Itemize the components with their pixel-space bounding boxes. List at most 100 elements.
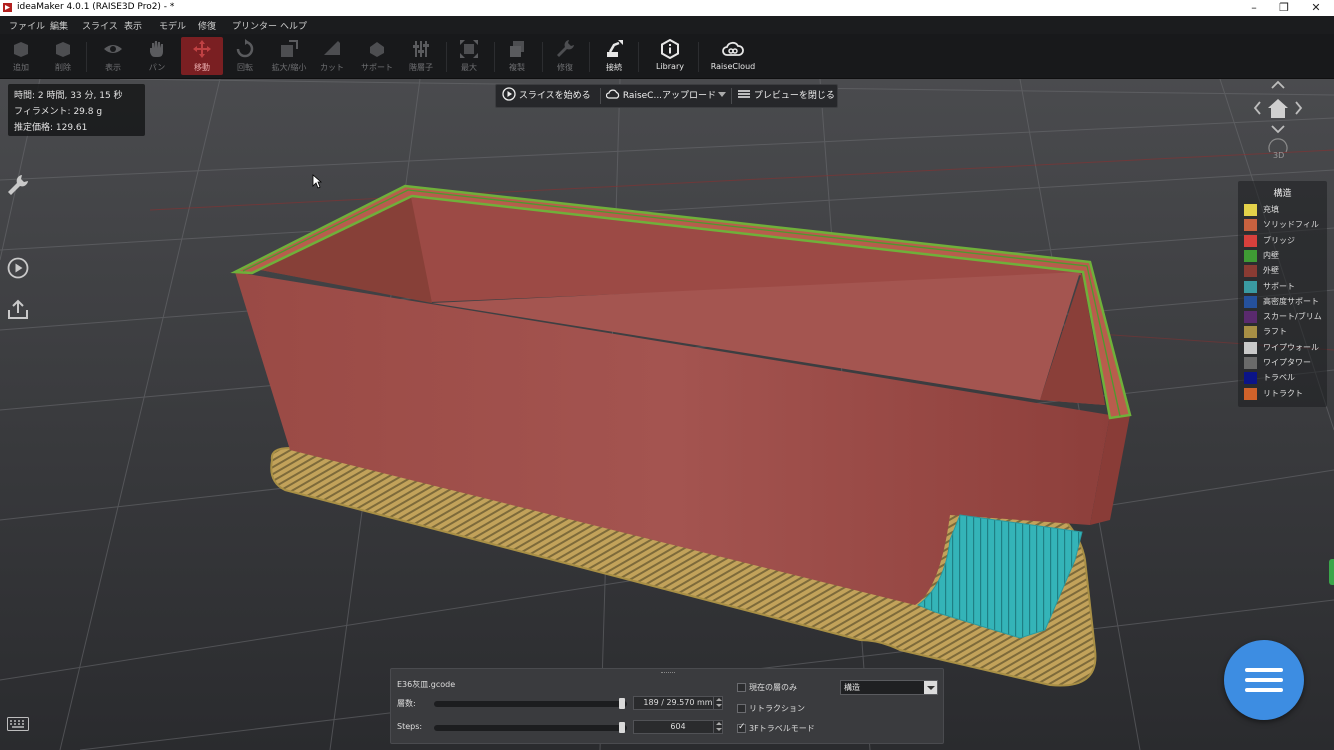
legend-item: 外壁 (1244, 264, 1326, 278)
view-label: 表示 (105, 63, 121, 72)
travel-mode-checkbox[interactable] (737, 722, 746, 733)
maximize-label: 最大 (461, 63, 477, 72)
menu-slice[interactable]: スライス (82, 19, 118, 32)
pan-button[interactable]: パン (140, 37, 174, 75)
nav-right-arrow[interactable] (1295, 101, 1303, 115)
select-arrow[interactable] (924, 681, 937, 694)
3d-viewport[interactable] (0, 79, 1334, 750)
chevron-down-icon (718, 92, 726, 97)
menu-model[interactable]: モデル (159, 19, 186, 32)
wrench-settings-icon[interactable] (7, 174, 29, 196)
support-icon (370, 42, 384, 57)
scale-icon (281, 40, 298, 57)
view-mode-label[interactable]: 3D (1273, 151, 1284, 160)
view-type-select[interactable]: 構造 (840, 680, 938, 695)
upload-button[interactable]: RaiseC...アップロード (605, 85, 717, 107)
menu-bar: ファイル 編集 スライス 表示 モデル 修復 プリンター ヘルプ (0, 16, 1334, 34)
steps-slider-thumb[interactable] (619, 722, 625, 733)
legend-item: ソリッドフィル (1244, 218, 1326, 232)
printer-arm-icon (607, 40, 623, 57)
upload-label: RaiseC...アップロード (622, 91, 717, 101)
legend-item: 充填 (1244, 203, 1326, 217)
repair-button[interactable]: 修復 (548, 37, 582, 75)
delete-cube-icon (56, 42, 70, 57)
minimize-button[interactable]: – (1238, 0, 1270, 16)
view-button[interactable]: 表示 (96, 37, 130, 75)
scale-button[interactable]: 拡大/縮小 (270, 37, 308, 75)
close-window-button[interactable]: ✕ (1300, 0, 1332, 16)
right-panel-handle[interactable] (1329, 559, 1334, 585)
nav-up-arrow[interactable] (1271, 80, 1285, 89)
library-button[interactable]: Library (650, 37, 690, 75)
move-button[interactable]: 移動 (181, 37, 223, 75)
retraction-checkbox[interactable] (737, 704, 746, 713)
library-label: Library (656, 62, 684, 71)
sliders-icon (413, 41, 429, 57)
add-button[interactable]: 追加 (4, 37, 38, 75)
menu-view[interactable]: 表示 (124, 19, 142, 32)
delete-button[interactable]: 削除 (46, 37, 80, 75)
layer-slider[interactable] (434, 698, 627, 709)
layer-spin-buttons[interactable] (713, 696, 723, 710)
gcode-filename: E36灰皿.gcode (397, 680, 456, 689)
steps-label: Steps: (397, 722, 423, 731)
toolbar-divider (638, 42, 639, 72)
layer-slider-thumb[interactable] (619, 698, 625, 709)
mouse-cursor-icon (312, 174, 322, 189)
current-layer-only-checkbox[interactable] (737, 683, 746, 692)
home-icon[interactable] (1268, 99, 1288, 118)
upload-dropdown[interactable] (718, 85, 726, 107)
steps-spin-buttons[interactable] (713, 720, 723, 734)
rotate-button[interactable]: 回転 (228, 37, 262, 75)
raisecloud-button[interactable]: RaiseCloud (708, 37, 758, 75)
nav-down-arrow[interactable] (1271, 125, 1285, 134)
play-preview-icon[interactable] (7, 257, 29, 279)
connect-button[interactable]: 接続 (597, 37, 631, 75)
steps-slider[interactable] (434, 722, 627, 733)
layering-label: 階層子 (409, 63, 433, 72)
preview-control-panel: E36灰皿.gcode 層数: 189 / 29.570 mm Steps: 6… (390, 668, 944, 744)
menu-repair[interactable]: 修復 (198, 19, 216, 32)
legend-label: ラフト (1263, 327, 1287, 337)
legend-swatch (1244, 249, 1257, 262)
support-button[interactable]: サポート (358, 37, 396, 75)
maximize-view-button[interactable]: 最大 (452, 37, 486, 75)
menu-help[interactable]: ヘルプ (280, 19, 307, 32)
repair-label: 修復 (557, 63, 573, 72)
maximize-icon (460, 40, 478, 58)
menu-printer[interactable]: プリンター (232, 19, 277, 32)
eye-icon (104, 45, 122, 53)
legend-swatch (1244, 280, 1257, 293)
panel-drag-handle[interactable] (661, 672, 675, 674)
connect-label: 接続 (606, 63, 622, 72)
view-type-value: 構造 (844, 683, 860, 692)
legend-label: リトラクト (1263, 388, 1303, 398)
layering-button[interactable]: 階層子 (404, 37, 438, 75)
legend-swatch (1244, 341, 1257, 354)
legend-swatch (1244, 372, 1257, 385)
toolbar: 追加 削除 表示 パン 移動 回転 拡大/縮小 カット サポート 階層子 最大 (0, 34, 1334, 79)
start-slice-button[interactable]: スライスを始める (502, 85, 591, 107)
travel-mode-label: 3Fトラベルモード (749, 724, 815, 733)
legend-item: トラベル (1244, 371, 1326, 385)
layers-icon (738, 90, 750, 98)
maximize-button[interactable]: ❐ (1268, 0, 1300, 16)
cut-button[interactable]: カット (315, 37, 349, 75)
menu-edit[interactable]: 編集 (50, 19, 68, 32)
duplicate-button[interactable]: 複製 (500, 37, 534, 75)
nav-left-arrow[interactable] (1253, 101, 1261, 115)
layer-value-input[interactable]: 189 / 29.570 mm (633, 696, 723, 710)
export-icon[interactable] (7, 298, 29, 320)
main-menu-fab[interactable] (1224, 640, 1304, 720)
duplicate-label: 複製 (509, 63, 525, 72)
chevron-down-icon (927, 686, 935, 690)
toolbar-divider (542, 42, 543, 72)
steps-value-input[interactable]: 604 (633, 720, 723, 734)
menu-file[interactable]: ファイル (9, 19, 45, 32)
keyboard-icon[interactable] (7, 717, 29, 731)
app-logo-icon (3, 3, 12, 12)
legend-label: ワイプウォール (1263, 342, 1319, 352)
legend-title: 構造 (1273, 189, 1292, 199)
close-preview-button[interactable]: プレビューを閉じる (737, 85, 835, 107)
legend-label: ソリッドフィル (1263, 220, 1319, 230)
